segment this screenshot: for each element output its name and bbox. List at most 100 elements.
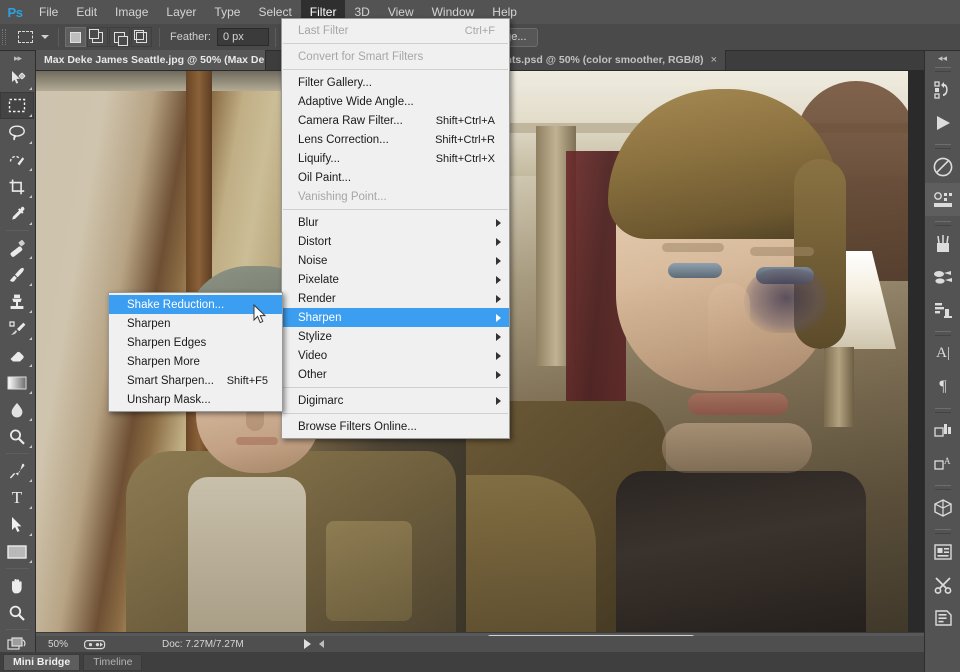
rectangular-marquee-tool[interactable] bbox=[0, 92, 34, 119]
menu-item-sharpen[interactable]: Sharpen bbox=[282, 308, 509, 327]
submenu-item-unsharp-mask[interactable]: Unsharp Mask... bbox=[109, 390, 282, 409]
tool-presets-icon[interactable] bbox=[925, 293, 960, 326]
properties-panel-icon[interactable] bbox=[925, 183, 960, 216]
menu-item-stylize[interactable]: Stylize bbox=[282, 327, 509, 346]
tool-divider-3 bbox=[6, 568, 29, 569]
tools-collapse-icon[interactable]: ▸▸ bbox=[0, 51, 35, 65]
tab-timeline[interactable]: Timeline bbox=[83, 653, 143, 671]
menu-item-label: Digimarc bbox=[298, 394, 344, 407]
submenu-item-sharpen-more[interactable]: Sharpen More bbox=[109, 352, 282, 371]
menu-type[interactable]: Type bbox=[205, 0, 249, 24]
3d-panel-icon[interactable] bbox=[925, 491, 960, 524]
move-tool[interactable] bbox=[0, 65, 34, 92]
menu-item-camera-raw-filter[interactable]: Camera Raw Filter... Shift+Ctrl+A bbox=[282, 111, 509, 130]
new-selection-button[interactable] bbox=[65, 27, 86, 47]
quick-selection-tool[interactable] bbox=[0, 146, 34, 173]
panel-group-grip[interactable] bbox=[925, 66, 960, 73]
subtract-from-selection-button[interactable] bbox=[109, 27, 130, 47]
tool-preset-chevron-down-icon[interactable] bbox=[38, 26, 52, 48]
eyedropper-tool[interactable] bbox=[0, 200, 34, 227]
history-panel-icon[interactable] bbox=[925, 73, 960, 106]
menu-item-pixelate[interactable]: Pixelate bbox=[282, 270, 509, 289]
zoom-level-field[interactable]: 50% bbox=[36, 639, 80, 650]
menu-image[interactable]: Image bbox=[106, 0, 157, 24]
close-icon[interactable]: × bbox=[711, 54, 717, 66]
panel-group-grip-6[interactable] bbox=[925, 484, 960, 491]
measurement-log-icon[interactable] bbox=[925, 568, 960, 601]
submenu-item-sharpen-edges[interactable]: Sharpen Edges bbox=[109, 333, 282, 352]
clone-stamp-tool[interactable] bbox=[0, 288, 34, 315]
add-to-selection-button[interactable] bbox=[87, 27, 108, 47]
brush-presets-icon[interactable] bbox=[925, 227, 960, 260]
menu-item-adaptive-wide-angle[interactable]: Adaptive Wide Angle... bbox=[282, 92, 509, 111]
panel-group-grip-5[interactable] bbox=[925, 407, 960, 414]
document-tab-1[interactable]: Max Deke James Seattle.jpg @ 50% (Max De… bbox=[36, 50, 266, 70]
submenu-item-smart-sharpen[interactable]: Smart Sharpen... Shift+F5 bbox=[109, 371, 282, 390]
menu-item-filter-gallery[interactable]: Filter Gallery... bbox=[282, 73, 509, 92]
rectangular-marquee-icon[interactable] bbox=[12, 26, 38, 48]
lasso-tool[interactable] bbox=[0, 119, 34, 146]
menu-item-other[interactable]: Other bbox=[282, 365, 509, 384]
panel-group-grip-7[interactable] bbox=[925, 528, 960, 535]
menu-item-blur[interactable]: Blur bbox=[282, 213, 509, 232]
character-panel-icon[interactable]: A| bbox=[925, 337, 960, 370]
menu-item-last-filter[interactable]: Last Filter Ctrl+F bbox=[282, 21, 509, 40]
zoom-tool[interactable] bbox=[0, 599, 34, 626]
adjustments-panel-icon[interactable] bbox=[925, 150, 960, 183]
menu-item-digimarc[interactable]: Digimarc bbox=[282, 391, 509, 410]
status-expand-icon[interactable] bbox=[303, 639, 311, 649]
menu-item-noise[interactable]: Noise bbox=[282, 251, 509, 270]
tab-mini-bridge[interactable]: Mini Bridge bbox=[3, 653, 81, 671]
actions-play-icon[interactable] bbox=[925, 106, 960, 139]
menu-item-label: Sharpen Edges bbox=[127, 336, 207, 349]
menu-item-label: Sharpen More bbox=[127, 355, 200, 368]
menu-item-convert-smart-filters[interactable]: Convert for Smart Filters bbox=[282, 47, 509, 66]
spot-healing-brush-tool[interactable] bbox=[0, 234, 34, 261]
menu-item-distort[interactable]: Distort bbox=[282, 232, 509, 251]
menu-item-accelerator: Shift+Ctrl+A bbox=[435, 114, 495, 127]
brush-tool[interactable] bbox=[0, 261, 34, 288]
notes-panel-icon[interactable] bbox=[925, 535, 960, 568]
panel-group-history bbox=[925, 66, 960, 139]
blur-tool[interactable] bbox=[0, 396, 34, 423]
horizontal-type-tool[interactable]: T bbox=[0, 484, 34, 511]
rectangle-tool[interactable] bbox=[0, 538, 34, 565]
panel-rail-collapse-icon[interactable]: ◂◂ bbox=[925, 51, 960, 66]
menu-item-accelerator: Shift+Ctrl+X bbox=[435, 152, 495, 165]
panel-group-grip-4[interactable] bbox=[925, 330, 960, 337]
person-1-body bbox=[126, 451, 456, 632]
panel-group-grip-3[interactable] bbox=[925, 220, 960, 227]
gradient-tool[interactable] bbox=[0, 369, 34, 396]
menu-file[interactable]: File bbox=[30, 0, 67, 24]
feather-input[interactable]: 0 px bbox=[216, 28, 269, 46]
eraser-tool[interactable] bbox=[0, 342, 34, 369]
crop-tool[interactable] bbox=[0, 173, 34, 200]
menu-item-lens-correction[interactable]: Lens Correction... Shift+Ctrl+R bbox=[282, 130, 509, 149]
menu-layer[interactable]: Layer bbox=[157, 0, 205, 24]
filter-dropdown-menu[interactable]: Last Filter Ctrl+F Convert for Smart Fil… bbox=[281, 18, 510, 439]
menu-item-render[interactable]: Render bbox=[282, 289, 509, 308]
pen-tool[interactable] bbox=[0, 457, 34, 484]
styles-panel-icon[interactable]: A bbox=[925, 447, 960, 480]
info-panel-icon[interactable] bbox=[925, 601, 960, 634]
menu-item-liquify[interactable]: Liquify... Shift+Ctrl+X bbox=[282, 149, 509, 168]
dodge-tool[interactable] bbox=[0, 423, 34, 450]
paragraph-panel-icon[interactable]: ¶ bbox=[925, 370, 960, 403]
layer-comps-icon[interactable] bbox=[925, 414, 960, 447]
menu-item-browse-filters-online[interactable]: Browse Filters Online... bbox=[282, 417, 509, 436]
options-divider bbox=[58, 27, 59, 47]
options-bar-grip[interactable] bbox=[0, 24, 8, 51]
menu-item-vanishing-point[interactable]: Vanishing Point... bbox=[282, 187, 509, 206]
intersect-selection-button[interactable] bbox=[131, 27, 152, 47]
menu-item-oil-paint[interactable]: Oil Paint... bbox=[282, 168, 509, 187]
menu-item-label: Last Filter bbox=[298, 24, 349, 37]
menu-item-video[interactable]: Video bbox=[282, 346, 509, 365]
clone-source-icon[interactable] bbox=[925, 260, 960, 293]
menu-item-label: Camera Raw Filter... bbox=[298, 114, 403, 127]
menu-edit[interactable]: Edit bbox=[67, 0, 106, 24]
hand-tool[interactable] bbox=[0, 572, 34, 599]
status-collapse-icon[interactable] bbox=[318, 640, 324, 648]
path-selection-tool[interactable] bbox=[0, 511, 34, 538]
history-brush-tool[interactable] bbox=[0, 315, 34, 342]
panel-group-grip-2[interactable] bbox=[925, 143, 960, 150]
